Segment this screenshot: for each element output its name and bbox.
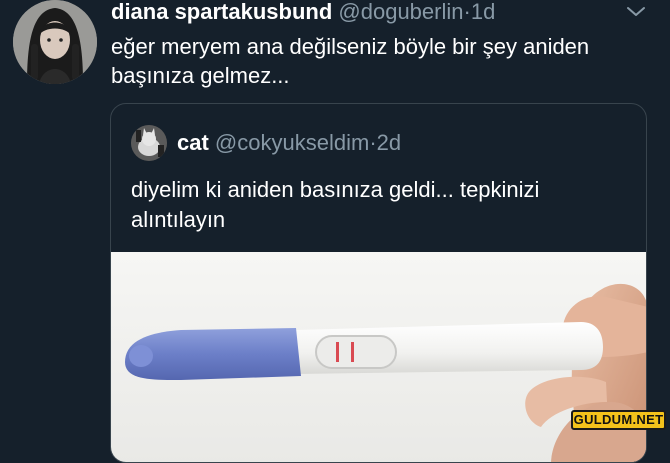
avatar[interactable] [13,0,97,84]
avatar-image [13,0,97,84]
quoted-tweet-text: diyelim ki aniden basınıza geldi... tepk… [131,177,540,232]
quoted-user-handle[interactable]: @cokyukseldim [215,130,369,155]
tweet-header: diana spartakusbund @doguberlin·1d [111,0,495,26]
separator-dot: · [463,0,471,24]
quoted-avatar-image [131,125,167,161]
quoted-display-name[interactable]: cat [177,130,209,155]
quoted-tweet[interactable]: cat @cokyukseldim·2d diyelim ki aniden b… [110,103,647,463]
tweet[interactable]: diana spartakusbund @doguberlin·1d eğer … [0,0,670,463]
chevron-down-icon[interactable] [622,2,650,22]
quoted-timestamp[interactable]: 2d [377,130,401,155]
quoted-avatar[interactable] [131,125,167,161]
timestamp[interactable]: 1d [471,0,495,24]
quoted-separator-dot: · [369,130,377,155]
tweet-text: eğer meryem ana değilseniz böyle bir şey… [111,34,590,88]
watermark: GULDUM.NET [571,410,666,430]
display-name[interactable]: diana spartakusbund [111,0,332,24]
quoted-image[interactable] [111,252,646,462]
user-handle[interactable]: @doguberlin [338,0,463,24]
pregnancy-test-image [111,252,646,462]
quoted-header: cat @cokyukseldim·2d [177,129,401,157]
